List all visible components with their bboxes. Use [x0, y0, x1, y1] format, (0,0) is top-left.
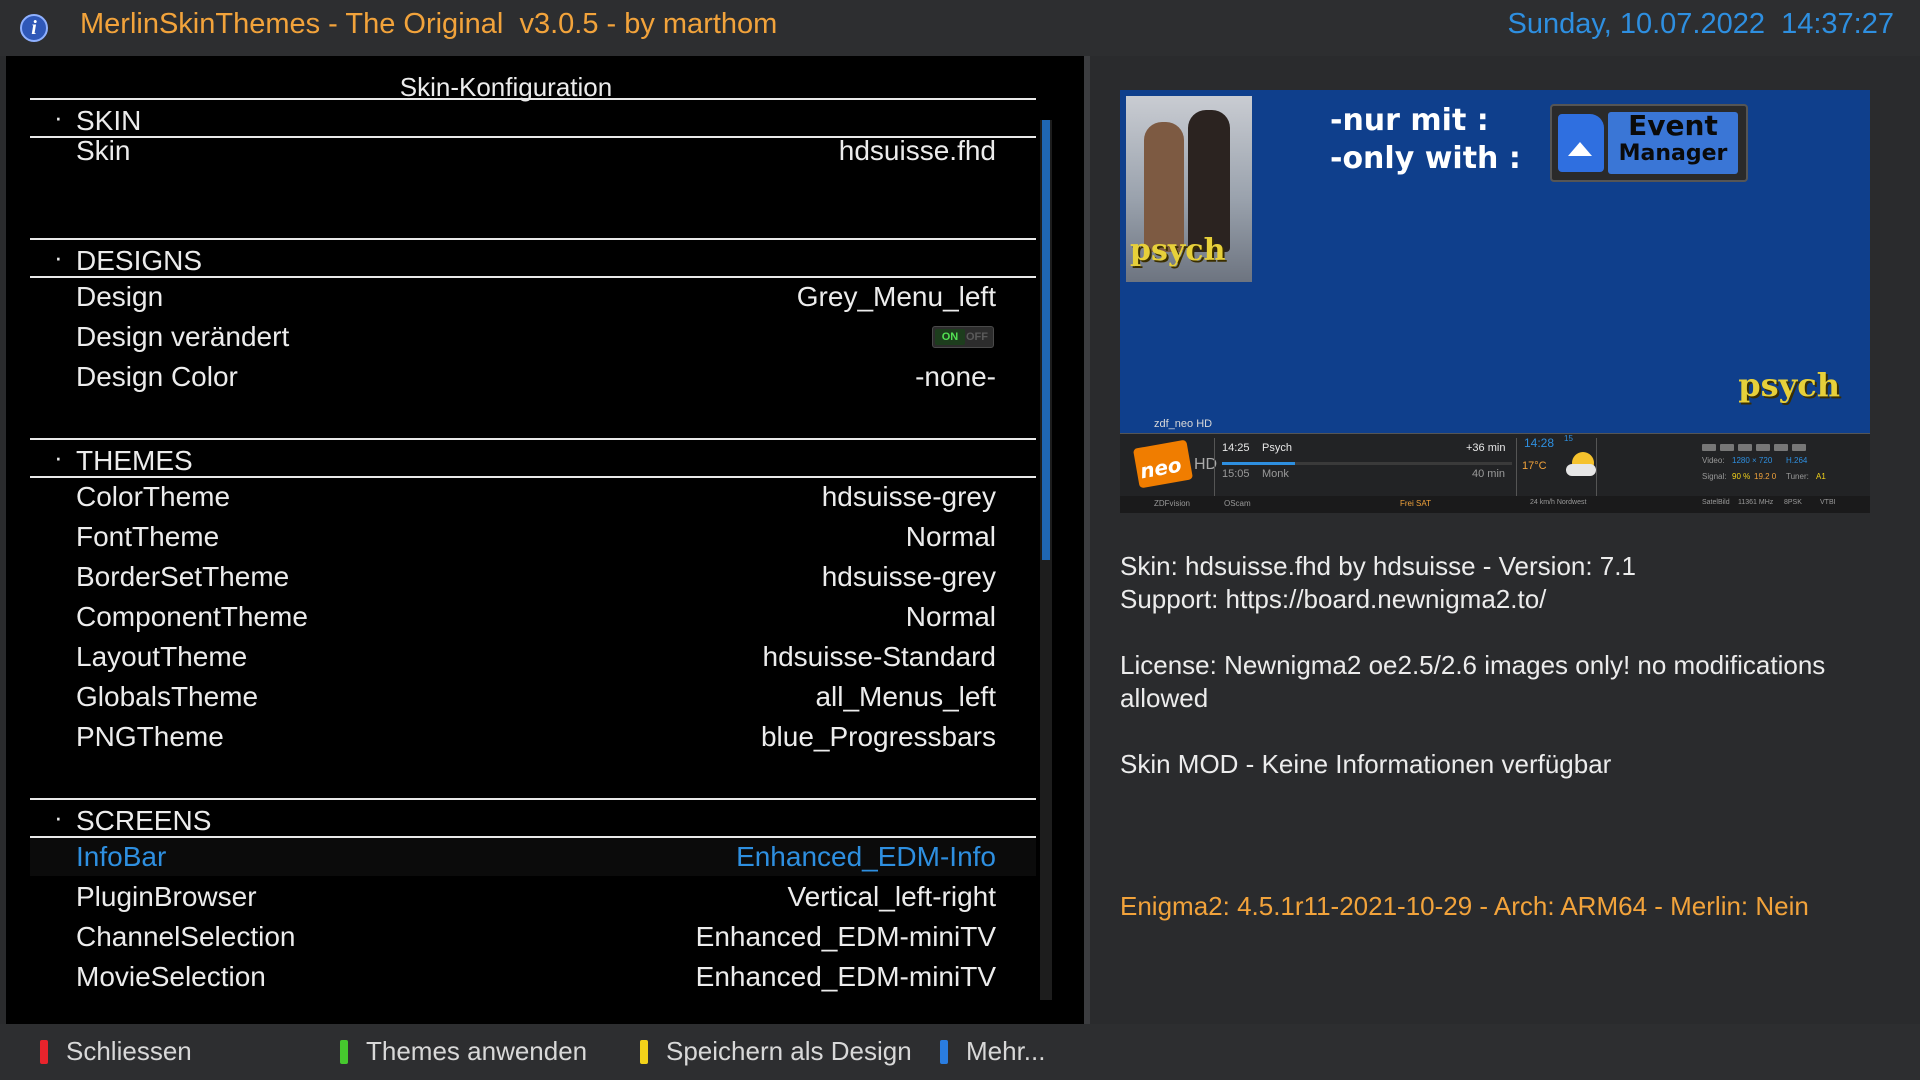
config-row-bordersettheme[interactable]: BorderSetTheme hdsuisse-grey [30, 558, 1036, 596]
config-row-infobar[interactable]: InfoBar Enhanced_EDM-Info [30, 838, 1036, 876]
row-value: hdsuisse-Standard [762, 641, 996, 672]
row-key: LayoutTheme [76, 641, 248, 672]
row-key: Design [76, 281, 164, 312]
channel-name: zdf_neo HD [1154, 418, 1213, 430]
app-title: MerlinSkinThemes - The Original v3.0.5 -… [80, 8, 778, 40]
row-key: ComponentTheme [76, 601, 308, 632]
row-key: PNGTheme [76, 721, 224, 752]
section-header-themes: · THEMES [30, 438, 1036, 478]
config-row-layouttheme[interactable]: LayoutTheme hdsuisse-Standard [30, 638, 1036, 676]
poster-image: psych [1126, 96, 1252, 282]
row-key: BorderSetTheme [76, 561, 290, 592]
row-value: hdsuisse-grey [821, 481, 996, 512]
event-manager-badge: Event Manager [1550, 104, 1748, 182]
scrollbar-thumb[interactable] [1042, 120, 1050, 560]
requirement-notice: -nur mit : -only with : [1330, 103, 1521, 176]
support-url: Support: https://board.newnigma2.to/ [1120, 584, 1547, 614]
row-key: Design verändert [76, 321, 290, 352]
info-icon[interactable]: i [20, 14, 48, 42]
red-key-icon [40, 1040, 48, 1064]
row-value: all_Menus_left [815, 681, 996, 712]
row-key: FontTheme [76, 521, 220, 552]
row-key: Design Color [76, 361, 238, 392]
now-remaining: +36 min [1466, 442, 1506, 454]
config-row-pluginbrowser[interactable]: PluginBrowser Vertical_left-right [30, 878, 1036, 916]
now-title: Psych [1262, 442, 1292, 454]
clock: 14:28 [1524, 436, 1555, 450]
event-progress-bar [1222, 462, 1512, 465]
datetime: Sunday, 10.07.2022 14:37:27 [1507, 8, 1894, 40]
temperature: 17°C [1522, 460, 1547, 472]
scrollbar[interactable] [1040, 120, 1052, 1000]
next-title: Monk [1262, 468, 1289, 480]
row-key: Skin [76, 135, 131, 166]
now-time: 14:25 [1222, 442, 1250, 454]
row-value: Vertical_left-right [787, 881, 996, 912]
row-value: Grey_Menu_left [796, 281, 996, 312]
poster-title: psych [1130, 233, 1226, 268]
skin-version-info: Skin: hdsuisse.fhd by hdsuisse - Version… [1120, 551, 1636, 581]
row-key: ColorTheme [76, 481, 231, 512]
yellow-key-icon [640, 1040, 648, 1064]
toggle-off-label: OFF [966, 331, 988, 343]
image-file-icon [1558, 114, 1604, 172]
next-time: 15:05 [1222, 468, 1250, 480]
config-row-design-changed[interactable]: Design verändert ON OFF [30, 318, 1036, 356]
skin-preview-image: psych -nur mit : -only with : Event Mana… [1120, 90, 1870, 513]
row-value: -none- [915, 361, 996, 392]
title-bar: i MerlinSkinThemes - The Original v3.0.5… [0, 0, 1920, 56]
infobar-preview: neo HD 14:25 Psych +36 min 15:05 Monk 40… [1120, 433, 1870, 513]
blue-key-icon [940, 1040, 948, 1064]
row-key: GlobalsTheme [76, 681, 259, 712]
section-header-screens: · SCREENS [30, 798, 1036, 838]
row-key: ChannelSelection [76, 921, 296, 952]
toggle-on-label: ON [935, 329, 965, 345]
color-key-bar: Schliessen Themes anwenden Speichern als… [0, 1024, 1920, 1080]
row-key: MovieSelection [76, 961, 266, 992]
config-row-design-color[interactable]: Design Color -none- [30, 358, 1036, 396]
config-row-fonttheme[interactable]: FontTheme Normal [30, 518, 1036, 556]
status-icons [1702, 438, 1810, 456]
channel-watermark: psych [1738, 366, 1840, 404]
config-row-componenttheme[interactable]: ComponentTheme Normal [30, 598, 1036, 636]
row-value: Enhanced_EDM-miniTV [695, 921, 996, 952]
section-label: SCREENS [76, 805, 212, 836]
design-changed-toggle[interactable]: ON OFF [932, 326, 994, 348]
row-value: hdsuisse-grey [821, 561, 996, 592]
skin-config-panel: Skin-Konfiguration · SKIN Skin hdsuisse.… [6, 56, 1084, 1024]
next-duration: 40 min [1472, 468, 1506, 480]
row-key: PluginBrowser [76, 881, 257, 912]
skin-mod-info: Skin MOD - Keine Informationen verfügbar [1120, 749, 1612, 779]
config-row-design[interactable]: Design Grey_Menu_left [30, 278, 1036, 316]
section-label: THEMES [76, 445, 193, 476]
section-header-designs: · DESIGNS [30, 238, 1036, 278]
section-label: DESIGNS [76, 245, 203, 276]
row-key: InfoBar [76, 841, 167, 872]
row-value: Normal [905, 601, 996, 632]
green-key-icon [340, 1040, 348, 1064]
config-row-colortheme[interactable]: ColorTheme hdsuisse-grey [30, 478, 1036, 516]
row-value: Normal [905, 521, 996, 552]
row-value: hdsuisse.fhd [838, 135, 996, 166]
config-row-pngtheme[interactable]: PNGTheme blue_Progressbars [30, 718, 1036, 756]
infobar-footer: ZDFvision OScam Frei SAT 24 km/h Nordwes… [1120, 496, 1870, 513]
row-value: Enhanced_EDM-miniTV [695, 961, 996, 992]
license-info: License: Newnigma2 oe2.5/2.6 images only… [1120, 650, 1833, 713]
enigma-version-info: Enigma2: 4.5.1r11-2021-10-29 - Arch: ARM… [1120, 891, 1809, 921]
config-row-movieselection[interactable]: MovieSelection Enhanced_EDM-miniTV [30, 958, 1036, 996]
weather-cloud-icon [1566, 464, 1596, 476]
clock-seconds: 15 [1564, 434, 1573, 443]
row-value: Enhanced_EDM-Info [736, 841, 996, 872]
channel-logo-icon: neo HD [1126, 439, 1217, 496]
config-row-skin[interactable]: Skin hdsuisse.fhd [30, 132, 1036, 170]
config-row-channelselection[interactable]: ChannelSelection Enhanced_EDM-miniTV [30, 918, 1036, 956]
config-row-globalstheme[interactable]: GlobalsTheme all_Menus_left [30, 678, 1036, 716]
skin-info-panel: psych -nur mit : -only with : Event Mana… [1090, 56, 1920, 1024]
row-value: blue_Progressbars [760, 721, 996, 752]
